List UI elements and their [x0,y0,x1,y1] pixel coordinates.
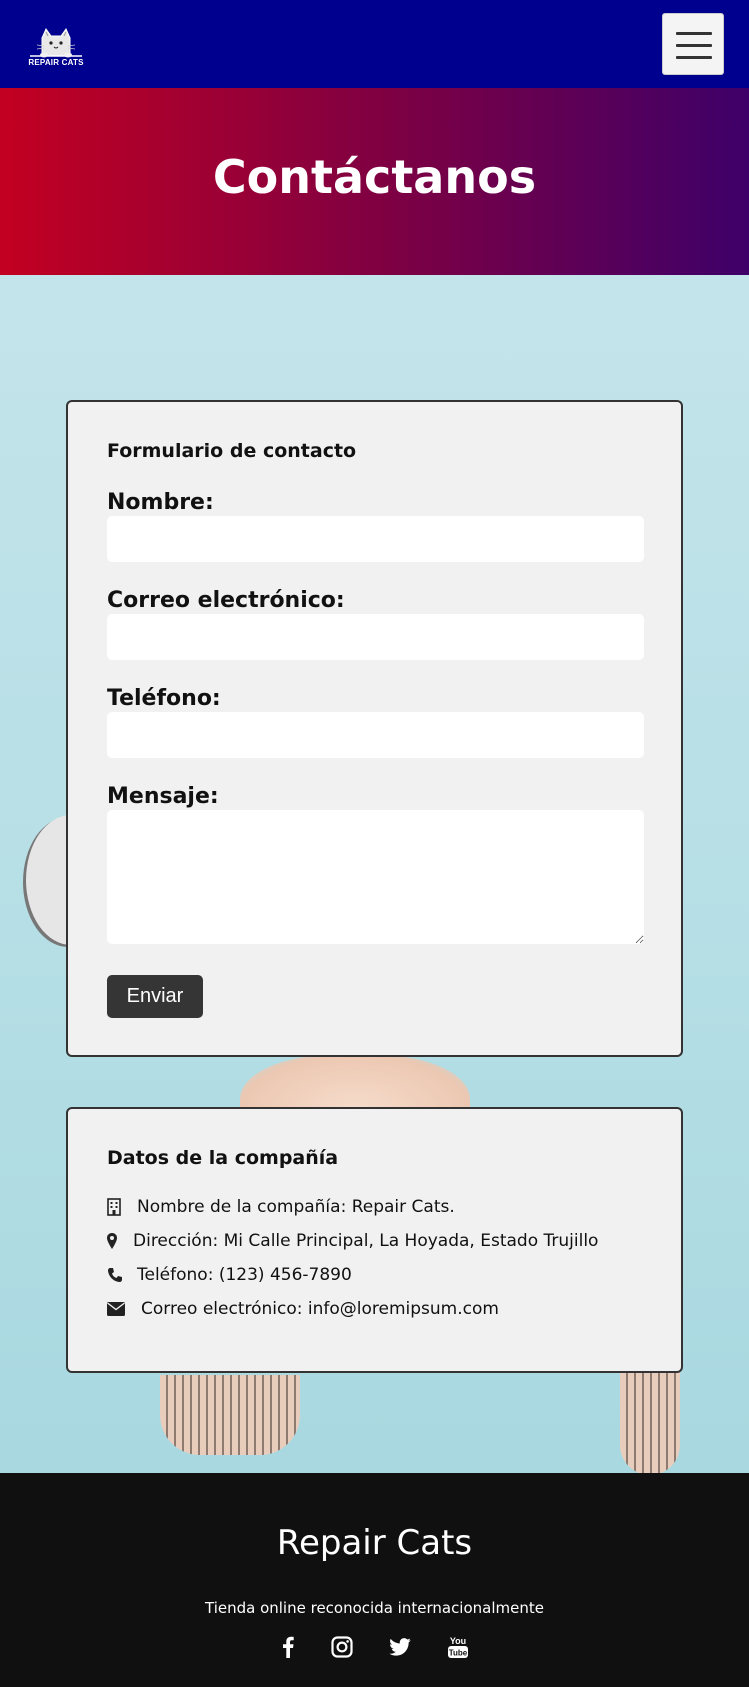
company-info-card: Datos de la compañía Nombre de la compañ… [66,1107,683,1373]
company-heading: Datos de la compañía [107,1147,339,1169]
company-address-row: Dirección: Mi Calle Principal, La Hoyada… [107,1229,598,1253]
navbar: REPAIR CATS [0,0,749,88]
message-textarea[interactable] [107,810,644,944]
email-input[interactable] [107,614,644,660]
youtube-icon[interactable]: You Tube [444,1633,472,1661]
contact-form-heading: Formulario de contacto [107,440,357,462]
svg-text:Tube: Tube [449,1649,468,1658]
phone-label: Teléfono: [107,686,221,711]
phone-icon [107,1265,135,1285]
instagram-icon[interactable] [328,1633,356,1661]
company-phone-row: Teléfono: (123) 456-7890 [107,1263,352,1287]
company-address-text: Dirección: Mi Calle Principal, La Hoyada… [133,1231,599,1251]
submit-button[interactable]: Enviar [107,975,203,1018]
hamburger-icon [676,32,712,35]
building-icon [107,1197,135,1217]
repair-cats-logo[interactable]: REPAIR CATS [26,26,86,70]
company-name-row: Nombre de la compañía: Repair Cats. [107,1195,455,1219]
company-email-text: Correo electrónico: info@loremipsum.com [141,1299,499,1319]
phone-input[interactable] [107,712,644,758]
hero-banner: Contáctanos [0,88,749,275]
email-label: Correo electrónico: [107,588,345,613]
svg-text:You: You [450,1636,466,1646]
hamburger-icon [676,44,712,47]
footer-title: Repair Cats [276,1523,473,1563]
footer: Repair Cats Tienda online reconocida int… [0,1473,749,1687]
page-title: Contáctanos [212,150,537,204]
map-marker-icon [107,1231,131,1251]
phone-cord-shape [160,1375,300,1455]
menu-toggle-button[interactable] [662,13,724,75]
twitter-icon[interactable] [386,1633,414,1661]
cat-logo-icon [30,27,82,58]
hamburger-icon [676,56,712,59]
message-label: Mensaje: [107,784,219,809]
envelope-icon [107,1299,139,1319]
company-name-text: Nombre de la compañía: Repair Cats. [137,1197,455,1217]
company-phone-text: Teléfono: (123) 456-7890 [137,1265,352,1285]
name-label: Nombre: [107,490,214,515]
contact-form-card: Formulario de contacto Nombre: Correo el… [66,400,683,1057]
company-email-row: Correo electrónico: info@loremipsum.com [107,1297,499,1321]
name-input[interactable] [107,516,644,562]
logo-text: REPAIR CATS [28,58,84,67]
facebook-icon[interactable] [274,1633,302,1661]
footer-tagline: Tienda online reconocida internacionalme… [205,1599,544,1617]
